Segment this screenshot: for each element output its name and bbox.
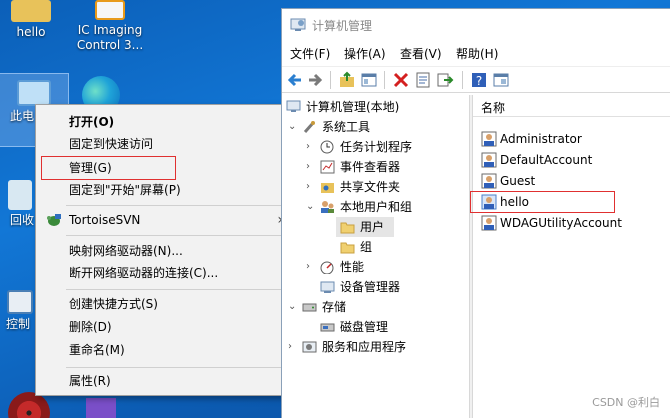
desktop-icon-hello[interactable]: hello: [0, 0, 68, 40]
storage-icon: [302, 303, 317, 312]
menu-item-open[interactable]: 打开(O): [36, 111, 295, 133]
performance-icon: [320, 261, 334, 274]
menu-item-pin-quick-access[interactable]: 固定到快速访问: [36, 133, 295, 155]
ic-imaging-icon: [95, 0, 125, 20]
tortoisesvn-icon: [47, 214, 61, 226]
menu-separator: [66, 367, 291, 368]
menu-item-create-shortcut[interactable]: 创建快捷方式(S): [36, 293, 295, 315]
highlight-box-hello: [470, 191, 615, 213]
expander-icon[interactable]: ›: [306, 157, 316, 177]
desktop-icon-label: 控制: [6, 317, 31, 331]
user-icon: [481, 215, 497, 231]
menu-separator: [66, 205, 291, 206]
desktop-icon-ic-imaging[interactable]: IC Imaging Control 3...: [70, 0, 150, 53]
tree-item-users[interactable]: 用户: [336, 217, 394, 237]
menu-view[interactable]: 查看(V): [400, 45, 442, 62]
watermark: CSDN @利白: [592, 396, 660, 409]
expander-icon[interactable]: ⌄: [288, 297, 298, 317]
computer-management-icon: [290, 18, 306, 31]
services-icon: [302, 341, 317, 353]
users-icon: [321, 201, 334, 213]
tools-icon: [303, 121, 315, 133]
computer-management-window: 计算机管理 文件(F) 操作(A) 查看(V) 帮助(H) ? 计算机管理(本地…: [281, 8, 670, 418]
menu-separator: [66, 289, 291, 290]
user-icon: [481, 152, 497, 168]
view-icon[interactable]: [492, 71, 510, 89]
menu-item-tortoisesvn[interactable]: TortoiseSVN ›: [36, 209, 295, 231]
expander-icon[interactable]: ⌄: [306, 197, 316, 217]
menu-help[interactable]: 帮助(H): [456, 45, 498, 62]
clock-icon: [320, 140, 334, 154]
toolbar-separator: [330, 71, 331, 89]
menu-bar: 文件(F) 操作(A) 查看(V) 帮助(H): [282, 41, 670, 65]
folder-icon: [11, 0, 51, 22]
export-icon[interactable]: [436, 71, 454, 89]
menu-item-pin-start[interactable]: 固定到"开始"屏幕(P): [36, 179, 295, 201]
computer-management-icon: [286, 100, 301, 112]
desktop-icon-label: hello: [16, 25, 46, 39]
control-panel-icon: [7, 290, 33, 314]
expander-icon[interactable]: ›: [306, 177, 316, 197]
help-icon[interactable]: ?: [470, 71, 488, 89]
folder-icon: [340, 222, 355, 234]
context-menu: 打开(O) 固定到快速访问 管理(G) 固定到"开始"屏幕(P) Tortois…: [35, 104, 296, 396]
navigation-tree: 计算机管理(本地) ⌄ 系统工具 › 任务计划程序 › 事件查看器 › 共享文件…: [282, 95, 469, 418]
back-arrow-icon[interactable]: [286, 71, 304, 89]
monitor-icon: [17, 80, 51, 106]
highlight-box-manage: [41, 156, 176, 180]
menu-item-rename[interactable]: 重命名(M): [36, 339, 295, 361]
forward-arrow-icon[interactable]: [306, 71, 324, 89]
disk-management-icon: [320, 323, 335, 332]
toolbar-separator: [384, 71, 385, 89]
event-viewer-icon: [320, 160, 335, 174]
visual-studio-icon: [86, 398, 116, 418]
desktop-icon-label: IC Imaging Control 3...: [76, 23, 144, 52]
desktop-icon-label: 回收: [10, 213, 35, 227]
desktop-icon-control-panel[interactable]: 控制: [0, 290, 40, 332]
svg-text:?: ?: [476, 74, 482, 88]
menu-item-properties[interactable]: 属性(R): [36, 370, 295, 392]
users-list: 名称 Administrator DefaultAccount Guest he…: [470, 95, 670, 418]
device-manager-icon: [320, 281, 335, 293]
user-icon: [481, 131, 497, 147]
shared-folder-icon: [321, 183, 334, 193]
desktop-icon-recycle-bin[interactable]: 回收: [0, 180, 40, 228]
expander-icon[interactable]: ›: [306, 137, 316, 157]
delete-icon[interactable]: [392, 71, 410, 89]
window-title: 计算机管理: [312, 19, 373, 33]
up-folder-icon[interactable]: [338, 71, 356, 89]
menu-item-disconnect-drive[interactable]: 断开网络驱动器的连接(C)...: [36, 262, 295, 284]
menu-separator: [66, 235, 291, 236]
show-tree-icon[interactable]: [360, 71, 378, 89]
expander-icon[interactable]: ⌄: [288, 117, 298, 137]
toolbar: ?: [282, 66, 670, 93]
title-bar[interactable]: 计算机管理: [282, 9, 670, 41]
list-header-name[interactable]: 名称: [473, 95, 670, 117]
menu-item-map-drive[interactable]: 映射网络驱动器(N)...: [36, 240, 295, 262]
user-icon: [481, 173, 497, 189]
expander-icon[interactable]: ›: [288, 337, 298, 357]
folder-icon: [340, 242, 355, 254]
expander-icon[interactable]: ›: [306, 257, 316, 277]
menu-action[interactable]: 操作(A): [344, 45, 386, 62]
recycle-bin-icon: [8, 180, 32, 210]
menu-item-delete[interactable]: 删除(D): [36, 316, 295, 338]
properties-icon[interactable]: [414, 71, 432, 89]
menu-file[interactable]: 文件(F): [290, 45, 330, 62]
toolbar-separator: [462, 71, 463, 89]
